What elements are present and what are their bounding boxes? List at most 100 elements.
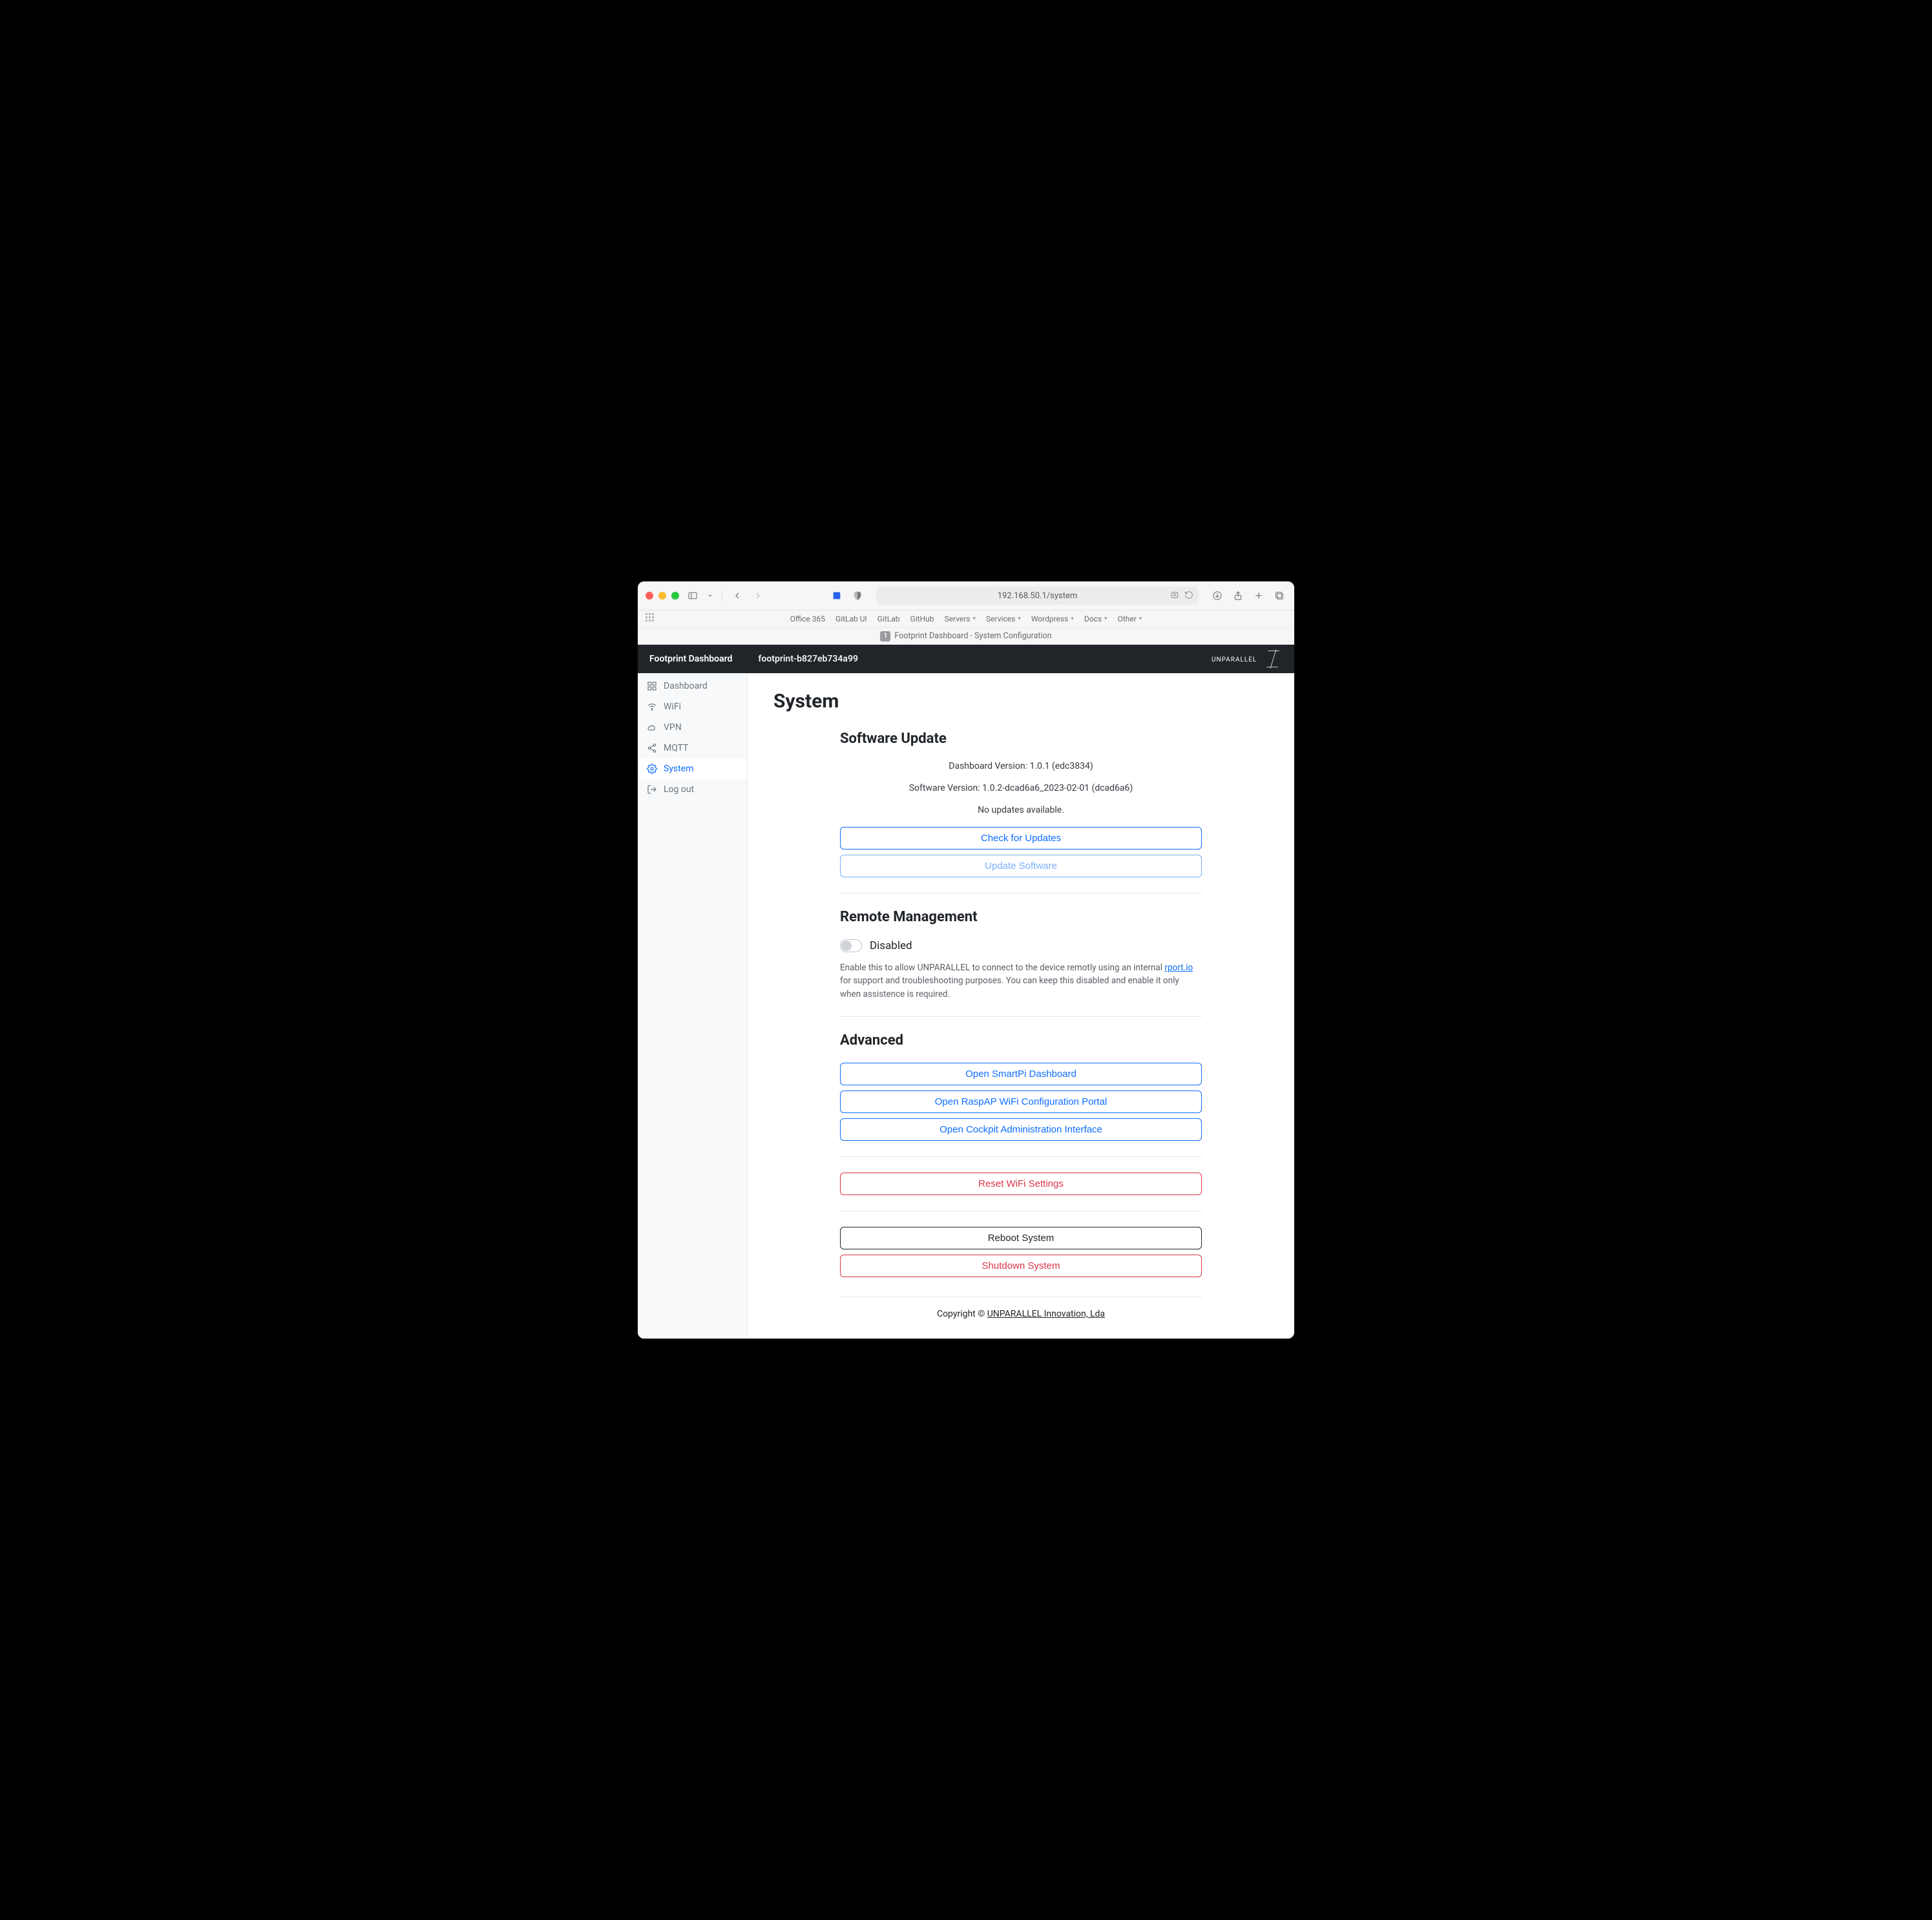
sidebar-item-wifi[interactable]: WiFi: [638, 696, 747, 717]
main-content: System Software Update Dashboard Version…: [748, 673, 1294, 1339]
favorite-gitlab-ui[interactable]: GitLab UI: [835, 614, 867, 623]
footer-company-link[interactable]: UNPARALLEL Innovation, Lda: [987, 1309, 1105, 1319]
tab-title-text: Footprint Dashboard - System Configurati…: [894, 631, 1051, 641]
chevron-down-icon: ▾: [973, 616, 976, 622]
remote-management-help: Enable this to allow UNPARALLEL to conne…: [840, 961, 1202, 1001]
share-button[interactable]: [1231, 589, 1245, 603]
rport-link[interactable]: rport.io: [1164, 963, 1193, 973]
tabs-overview-button[interactable]: [1272, 589, 1286, 603]
page-title: System: [773, 690, 1268, 713]
chevron-down-icon: ▾: [1104, 616, 1108, 622]
sidebar-item-label: MQTT: [664, 743, 688, 753]
svg-text:UNPARALLEL: UNPARALLEL: [1212, 656, 1257, 663]
logout-icon: [647, 784, 657, 795]
update-status: No updates available.: [840, 805, 1202, 815]
browser-titlebar: 192.168.50.1/system: [638, 581, 1294, 610]
divider: [840, 1156, 1202, 1157]
chevron-down-icon: ▾: [1018, 616, 1021, 622]
reload-button[interactable]: [1184, 590, 1193, 602]
shutdown-button[interactable]: Shutdown System: [840, 1255, 1202, 1277]
show-favorites-grid-button[interactable]: [646, 613, 656, 623]
open-smartpi-button[interactable]: Open SmartPi Dashboard: [840, 1063, 1202, 1085]
tab-title: 1 Footprint Dashboard - System Configura…: [638, 627, 1294, 644]
extension-icon[interactable]: [830, 589, 844, 603]
chevron-down-icon: ▾: [1139, 616, 1142, 622]
remote-management-heading: Remote Management: [840, 909, 1202, 925]
new-tab-button[interactable]: [1252, 589, 1266, 603]
favorites-bar: Office 365GitLab UIGitLabGitHubServers▾S…: [638, 610, 1294, 645]
gear-icon: [647, 764, 657, 774]
software-update-section: Software Update Dashboard Version: 1.0.1…: [840, 731, 1202, 877]
sidebar-item-label: VPN: [664, 722, 682, 733]
browser-window: 192.168.50.1/system Office 36: [638, 581, 1294, 1339]
reader-icon[interactable]: [1170, 590, 1179, 602]
wifi-icon: [647, 702, 657, 712]
shield-icon[interactable]: [850, 589, 865, 603]
sidebar-item-log-out[interactable]: Log out: [638, 779, 747, 800]
favorite-services[interactable]: Services▾: [986, 614, 1021, 623]
software-update-heading: Software Update: [840, 731, 1202, 747]
chevron-down-icon: ▾: [1071, 616, 1074, 622]
open-cockpit-button[interactable]: Open Cockpit Administration Interface: [840, 1118, 1202, 1141]
sidebar-item-label: Log out: [664, 784, 694, 795]
sidebar-item-dashboard[interactable]: Dashboard: [638, 676, 747, 696]
dashboard-version: Dashboard Version: 1.0.1 (edc3834): [840, 761, 1202, 771]
minimize-window-button[interactable]: [658, 592, 666, 600]
sidebar-item-label: System: [664, 764, 693, 774]
remote-management-state: Disabled: [870, 939, 912, 952]
favorite-github[interactable]: GitHub: [910, 614, 934, 623]
remote-management-toggle[interactable]: [840, 939, 862, 952]
downloads-button[interactable]: [1210, 589, 1224, 603]
app-brand[interactable]: Footprint Dashboard: [649, 654, 732, 664]
open-raspap-button[interactable]: Open RaspAP WiFi Configuration Portal: [840, 1090, 1202, 1113]
back-button[interactable]: [730, 589, 744, 603]
sidebar-item-system[interactable]: System: [638, 758, 747, 779]
favorite-label: Services: [986, 614, 1015, 623]
favorite-label: Office 365: [790, 614, 825, 623]
advanced-heading: Advanced: [840, 1032, 1202, 1049]
check-updates-button[interactable]: Check for Updates: [840, 827, 1202, 850]
tab-favicon: 1: [880, 631, 890, 642]
sidebar: Dashboard WiFi VPN MQTT System Log out: [638, 673, 748, 1339]
favorite-wordpress[interactable]: Wordpress▾: [1031, 614, 1074, 623]
reboot-button[interactable]: Reboot System: [840, 1227, 1202, 1249]
update-software-button[interactable]: Update Software: [840, 855, 1202, 877]
app-header: Footprint Dashboard footprint-b827eb734a…: [638, 645, 1294, 673]
favorite-label: Servers: [944, 614, 970, 623]
favorite-other[interactable]: Other▾: [1118, 614, 1142, 623]
favorite-gitlab[interactable]: GitLab: [877, 614, 900, 623]
share-icon: [647, 743, 657, 753]
window-controls: [646, 592, 679, 600]
dashboard-icon: [647, 681, 657, 691]
advanced-section: Advanced Open SmartPi Dashboard Open Ras…: [840, 1032, 1202, 1277]
software-version: Software Version: 1.0.2-dcad6a6_2023-02-…: [840, 783, 1202, 793]
favorite-label: Wordpress: [1031, 614, 1068, 623]
sidebar-item-mqtt[interactable]: MQTT: [638, 738, 747, 758]
divider: [840, 1016, 1202, 1017]
favorite-docs[interactable]: Docs▾: [1084, 614, 1108, 623]
footer: Copyright © UNPARALLEL Innovation, Lda: [840, 1297, 1202, 1319]
toggle-knob: [841, 941, 852, 951]
favorite-label: Docs: [1084, 614, 1102, 623]
cloud-icon: [647, 722, 657, 733]
unparallel-logo: UNPARALLEL: [1212, 649, 1283, 669]
favorite-label: Other: [1118, 614, 1137, 623]
address-bar-url: 192.168.50.1/system: [998, 591, 1078, 601]
reset-wifi-button[interactable]: Reset WiFi Settings: [840, 1173, 1202, 1195]
favorite-office-365[interactable]: Office 365: [790, 614, 825, 623]
favorite-servers[interactable]: Servers▾: [944, 614, 976, 623]
sidebar-item-label: WiFi: [664, 702, 681, 712]
app-hostname: footprint-b827eb734a99: [758, 654, 858, 664]
remote-management-section: Remote Management Disabled Enable this t…: [840, 909, 1202, 1001]
sidebar-item-label: Dashboard: [664, 681, 708, 691]
zoom-window-button[interactable]: [671, 592, 679, 600]
favorite-label: GitLab: [877, 614, 900, 623]
favorite-label: GitLab UI: [835, 614, 867, 623]
forward-button[interactable]: [751, 589, 765, 603]
sidebar-item-vpn[interactable]: VPN: [638, 717, 747, 738]
favorite-label: GitHub: [910, 614, 934, 623]
address-bar[interactable]: 192.168.50.1/system: [876, 587, 1199, 605]
sidebar-toggle-button[interactable]: [686, 589, 700, 603]
sidebar-dropdown-button[interactable]: [706, 589, 714, 603]
close-window-button[interactable]: [646, 592, 653, 600]
